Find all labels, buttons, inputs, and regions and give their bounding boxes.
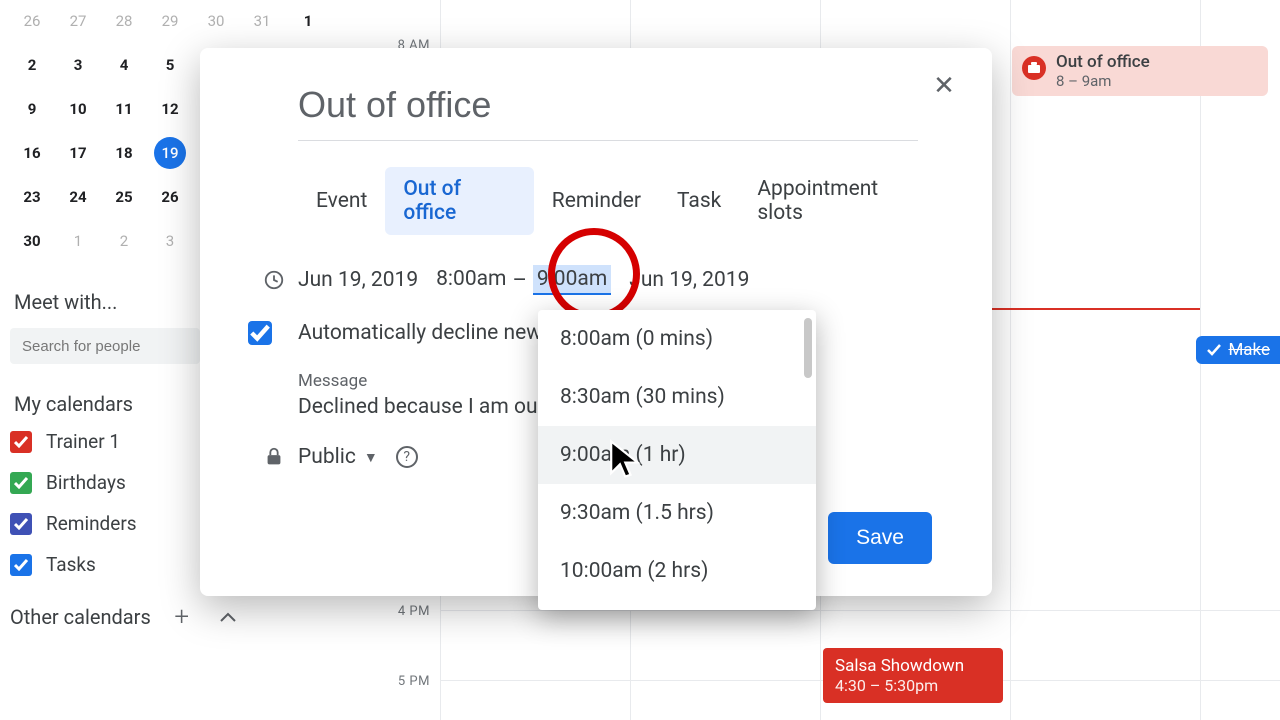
- mini-day[interactable]: 4: [102, 44, 146, 86]
- mini-day[interactable]: 17: [56, 132, 100, 174]
- checkbox-icon[interactable]: [10, 472, 32, 494]
- hour-label: 5 PM: [380, 674, 430, 689]
- mini-day[interactable]: 25: [102, 176, 146, 218]
- other-calendars-title[interactable]: Other calendars: [10, 605, 151, 629]
- tab-event[interactable]: Event: [298, 179, 385, 223]
- calendar-label: Trainer 1: [46, 430, 120, 453]
- help-icon[interactable]: ?: [396, 446, 418, 468]
- event-salsa-showdown[interactable]: Salsa Showdown 4:30 – 5:30pm: [823, 648, 1003, 703]
- mini-day[interactable]: 28: [102, 0, 146, 42]
- mini-day[interactable]: 29: [148, 0, 192, 42]
- mini-day[interactable]: 10: [56, 88, 100, 130]
- mini-day[interactable]: 30: [194, 0, 238, 42]
- auto-decline-label: Automatically decline new: [298, 321, 542, 345]
- calendar-label: Reminders: [46, 512, 137, 535]
- start-time-input[interactable]: 8:00am: [436, 265, 506, 295]
- mini-day[interactable]: 23: [10, 176, 54, 218]
- end-time-dropdown[interactable]: 8:00am (0 mins) 8:30am (30 mins) 9:00am …: [538, 310, 816, 610]
- start-date[interactable]: Jun 19, 2019: [298, 268, 418, 292]
- checkbox-icon[interactable]: [10, 431, 32, 453]
- event-out-of-office-chip[interactable]: Out of office 8 – 9am: [1012, 46, 1268, 96]
- mini-day[interactable]: 26: [148, 176, 192, 218]
- mini-day[interactable]: 16: [10, 132, 54, 174]
- clock-icon: [250, 269, 298, 291]
- tab-task[interactable]: Task: [659, 179, 739, 223]
- mini-day[interactable]: 31: [240, 0, 284, 42]
- mini-day[interactable]: 18: [102, 132, 146, 174]
- time-option[interactable]: 8:00am (0 mins): [538, 310, 816, 368]
- mini-day[interactable]: 24: [56, 176, 100, 218]
- datetime-row: Jun 19, 2019 8:00am – 9:00am Jun 19, 201…: [250, 265, 942, 295]
- end-time-input[interactable]: 9:00am: [533, 265, 611, 295]
- auto-decline-checkbox[interactable]: [248, 321, 272, 345]
- scrollbar[interactable]: [804, 318, 812, 378]
- time-option[interactable]: 10:00am (2 hrs): [538, 542, 816, 600]
- mini-day[interactable]: 2: [10, 44, 54, 86]
- mini-day[interactable]: 30: [10, 220, 54, 262]
- event-time: 8 – 9am: [1056, 72, 1258, 90]
- mini-day[interactable]: 9: [10, 88, 54, 130]
- close-icon[interactable]: ✕: [930, 72, 958, 100]
- briefcase-icon: [1022, 56, 1046, 80]
- chevron-up-icon[interactable]: [213, 602, 243, 632]
- mini-day[interactable]: 1: [56, 220, 100, 262]
- event-label: Make: [1228, 340, 1270, 360]
- hour-label: 4 PM: [380, 604, 430, 619]
- event-title: Salsa Showdown: [835, 656, 991, 676]
- checkbox-icon[interactable]: [10, 513, 32, 535]
- event-make-chip[interactable]: Make: [1196, 336, 1280, 364]
- tab-appointment-slots[interactable]: Appointment slots: [739, 167, 942, 235]
- end-date[interactable]: Jun 19, 2019: [629, 268, 749, 292]
- event-type-tabs: Event Out of office Reminder Task Appoin…: [298, 167, 942, 235]
- mini-day[interactable]: 12: [148, 88, 192, 130]
- save-button[interactable]: Save: [828, 512, 932, 564]
- mini-day[interactable]: 5: [148, 44, 192, 86]
- lock-icon: [250, 446, 298, 468]
- mini-day[interactable]: 1: [286, 0, 330, 42]
- calendar-label: Tasks: [46, 553, 96, 576]
- mini-day-current[interactable]: 19: [148, 132, 192, 174]
- search-people-input[interactable]: [10, 328, 200, 364]
- caret-down-icon: ▼: [364, 449, 378, 466]
- mini-day[interactable]: 3: [56, 44, 100, 86]
- event-time: 4:30 – 5:30pm: [835, 676, 991, 695]
- time-option[interactable]: 8:30am (30 mins): [538, 368, 816, 426]
- calendar-label: Birthdays: [46, 471, 126, 494]
- mini-day[interactable]: 2: [102, 220, 146, 262]
- tab-reminder[interactable]: Reminder: [534, 179, 659, 223]
- time-option[interactable]: 9:00am (1 hr): [538, 426, 816, 484]
- event-title: Out of office: [1056, 52, 1258, 72]
- checkbox-icon[interactable]: [10, 554, 32, 576]
- event-title-input[interactable]: [298, 78, 918, 141]
- dash: –: [512, 268, 526, 293]
- visibility-select[interactable]: Public▼: [298, 445, 378, 469]
- plus-icon[interactable]: +: [167, 602, 197, 632]
- mini-day[interactable]: 11: [102, 88, 146, 130]
- tab-out-of-office[interactable]: Out of office: [385, 167, 533, 235]
- time-option[interactable]: 9:30am (1.5 hrs): [538, 484, 816, 542]
- mini-day[interactable]: 26: [10, 0, 54, 42]
- mini-day[interactable]: 3: [148, 220, 192, 262]
- mini-day[interactable]: 27: [56, 0, 100, 42]
